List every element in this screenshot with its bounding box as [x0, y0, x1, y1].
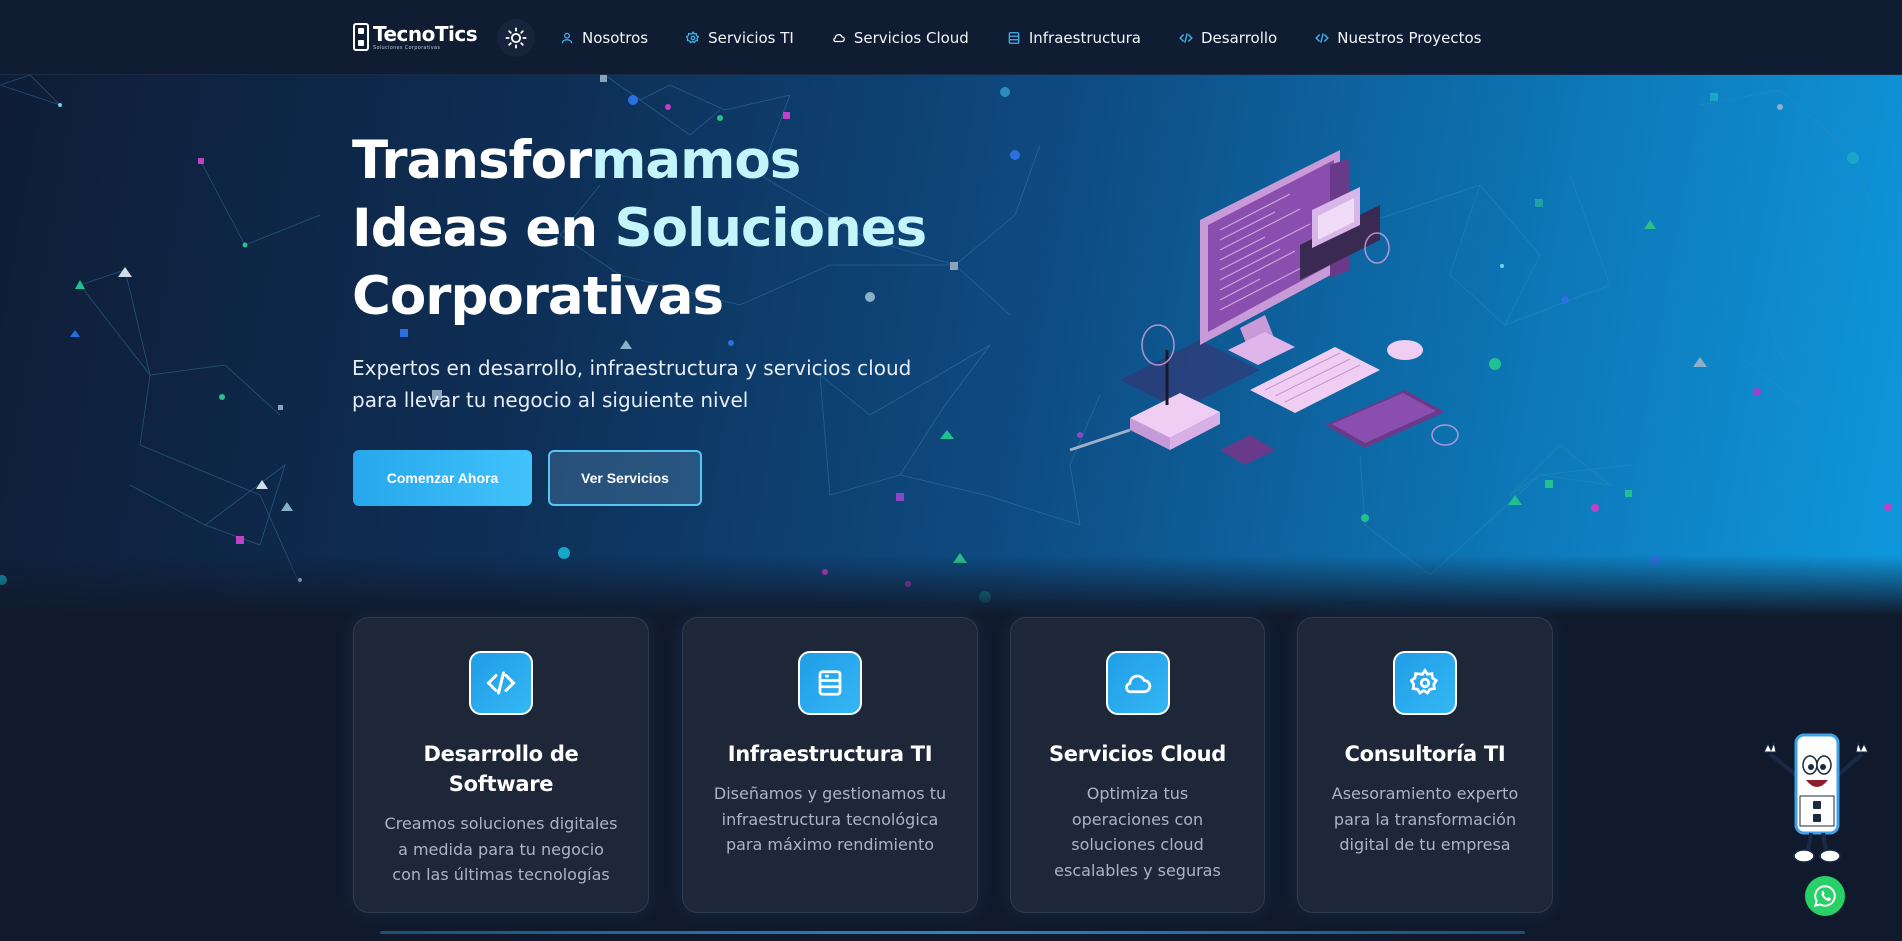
- code-icon: [1315, 32, 1330, 43]
- hero-section: Transformamos Ideas en Soluciones Corpor…: [0, 75, 1902, 615]
- hero-title-line2-part2: Soluciones: [614, 198, 928, 259]
- nav-item-nuestros-proyectos[interactable]: Nuestros Proyectos: [1315, 28, 1482, 47]
- hero-title-line2-part1: Ideas en: [352, 198, 615, 259]
- user-icon: [561, 32, 573, 43]
- service-card-title: Desarrollo de Software: [423, 742, 579, 796]
- whatsapp-icon: [1813, 885, 1836, 908]
- nav-item-servicios-ti[interactable]: Servicios TI: [686, 29, 794, 47]
- service-card-icon-box: [1393, 651, 1457, 715]
- hero-title-line1-part2: mamos: [591, 130, 801, 191]
- hero-title: Transformamos Ideas en Soluciones Corpor…: [352, 127, 972, 331]
- nav-item-servicios-cloud[interactable]: Servicios Cloud: [832, 29, 969, 47]
- hero-title-line3: Corporativas: [352, 266, 724, 327]
- brand-logo[interactable]: TecnoTics Soluciones Corporativas: [353, 22, 478, 52]
- server-icon: [818, 670, 842, 696]
- section-divider: [380, 931, 1525, 934]
- ver-servicios-button[interactable]: Ver Servicios: [548, 450, 702, 506]
- logo-mark-icon: [353, 23, 369, 51]
- hero-bottom-fade: [0, 555, 1902, 615]
- brand-name: TecnoTics: [373, 21, 478, 46]
- service-card-description: Optimiza tus operaciones con soluciones …: [1054, 784, 1221, 880]
- hero-subtitle: Expertos en desarrollo, infraestructura …: [352, 356, 912, 412]
- sun-icon: [505, 27, 527, 49]
- code-icon: [486, 671, 516, 695]
- service-card-title: Servicios Cloud: [1048, 742, 1226, 766]
- navbar: TecnoTics Soluciones Corporativas Nosotr…: [0, 0, 1902, 75]
- gear-icon: [686, 30, 700, 44]
- service-card-cloud[interactable]: Servicios Cloud Optimiza tus operaciones…: [1010, 617, 1265, 913]
- nav-item-nosotros[interactable]: Nosotros: [560, 29, 648, 47]
- services-section: Desarrollo de Software Creamos solucione…: [0, 617, 1902, 917]
- nav-item-label: Servicios Cloud: [853, 28, 969, 47]
- service-card-title: Infraestructura TI: [727, 742, 933, 766]
- hero-title-line1-part1: Transfor: [352, 130, 592, 191]
- service-card-icon-box: [798, 651, 862, 715]
- code-icon: [1179, 32, 1193, 43]
- main-nav: Nosotros Servicios TI Servicios Cloud In…: [560, 0, 1520, 75]
- nav-item-label: Desarrollo: [1201, 28, 1278, 47]
- nav-item-label: Nosotros: [582, 28, 649, 47]
- mascot-robot-illustration[interactable]: [1756, 730, 1876, 868]
- service-card-description: Creamos soluciones digitales a medida pa…: [384, 814, 618, 884]
- service-card-consultoria[interactable]: Consultoría TI Asesoramiento experto par…: [1297, 617, 1553, 913]
- computer-workstation-illustration: [1069, 150, 1459, 465]
- server-icon: [1008, 31, 1020, 44]
- nav-item-label: Infraestructura: [1028, 28, 1141, 47]
- whatsapp-chat-button[interactable]: [1805, 876, 1845, 916]
- service-card-title: Consultoría TI: [1344, 742, 1506, 766]
- nav-item-desarrollo[interactable]: Desarrollo: [1179, 29, 1277, 47]
- gear-icon: [1410, 668, 1439, 695]
- nav-item-infraestructura[interactable]: Infraestructura: [1007, 29, 1141, 47]
- service-card-icon-box: [1105, 651, 1170, 715]
- nav-item-label: Nuestros Proyectos: [1337, 28, 1482, 47]
- nav-item-label: Servicios TI: [708, 28, 794, 47]
- service-card-desarrollo[interactable]: Desarrollo de Software Creamos solucione…: [353, 617, 649, 913]
- service-card-description: Diseñamos y gestionamos tu infraestructu…: [713, 784, 947, 854]
- service-card-description: Asesoramiento experto para la transforma…: [1331, 784, 1519, 854]
- brand-tagline: Soluciones Corporativas: [373, 44, 441, 51]
- cloud-icon: [833, 33, 845, 42]
- comenzar-ahora-button[interactable]: Comenzar Ahora: [353, 450, 532, 506]
- service-card-infraestructura[interactable]: Infraestructura TI Diseñamos y gestionam…: [682, 617, 978, 913]
- service-card-icon-box: [469, 651, 533, 715]
- theme-toggle-button[interactable]: [497, 19, 535, 57]
- cloud-icon: [1124, 674, 1151, 694]
